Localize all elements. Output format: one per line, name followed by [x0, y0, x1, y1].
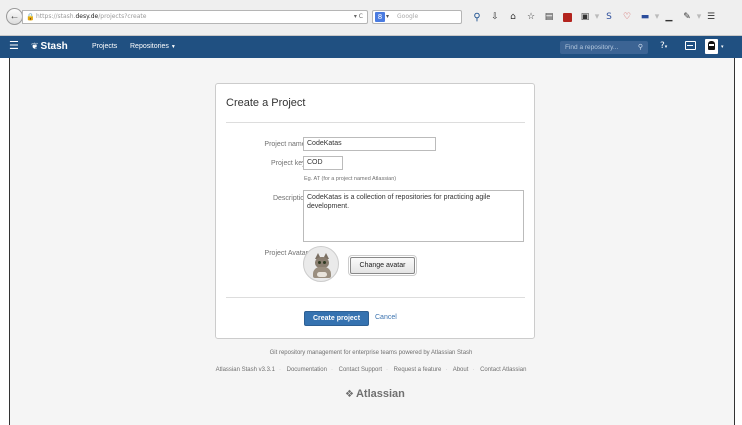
bar-chart-icon[interactable]: ▁ — [660, 11, 678, 23]
s-addon-icon[interactable]: S — [600, 11, 618, 23]
help-icon[interactable]: ?▾ — [660, 41, 667, 51]
star-icon[interactable]: ☆ — [522, 11, 540, 23]
nav-projects[interactable]: Projects — [92, 43, 117, 50]
project-key-label: Project key* — [271, 160, 308, 167]
url-bar[interactable]: 🔒 https://stash.desy.de/projects?create … — [22, 10, 368, 24]
reload-icon[interactable]: ▾ C — [354, 11, 363, 23]
atlassian-logo-icon: ❖ — [345, 388, 354, 400]
avatar-caret-icon[interactable]: ▾ — [721, 44, 724, 50]
cat-avatar-icon — [313, 252, 331, 278]
stash-logo-icon: ❦ — [31, 41, 39, 52]
stash-logo[interactable]: ❦ Stash — [31, 41, 68, 52]
lock-icon: 🔒 — [26, 13, 35, 21]
description-label: Description — [272, 195, 308, 202]
browser-toolbar-icons: ⚲ ⇩ ⌂ ☆ ▤ ▣ ▾ S ♡ ▬ ▾ ▁ ✎ ▾ ☰ — [468, 11, 720, 23]
home-icon[interactable]: ⌂ — [504, 11, 522, 23]
red-addon-icon[interactable] — [558, 11, 576, 23]
divider — [226, 297, 525, 298]
project-name-label: Project name* — [264, 141, 308, 148]
change-avatar-button[interactable]: Change avatar — [348, 255, 417, 276]
project-key-input[interactable]: COD — [303, 156, 343, 170]
footer-version: Atlassian Stash v3.3.1 — [215, 367, 275, 373]
footer-tagline: Git repository management for enterprise… — [269, 350, 473, 356]
create-project-panel: Create a Project Project name* CodeKatas… — [215, 83, 535, 339]
footer-link-documentation[interactable]: Documentation — [287, 367, 327, 373]
stash-logo-text: Stash — [40, 41, 68, 52]
download-icon[interactable]: ⇩ — [486, 11, 504, 23]
search-engine-caret-icon[interactable]: ▾ — [386, 11, 389, 23]
hamburger-icon[interactable]: ☰ — [9, 40, 19, 52]
user-avatar[interactable] — [705, 39, 718, 54]
description-textarea[interactable]: CodeKatas is a collection of repositorie… — [303, 190, 524, 242]
project-key-hint: Eg. AT (for a project named Atlassian) — [304, 176, 397, 182]
search-icon: ⚲ — [637, 44, 643, 51]
footer-link-request-feature[interactable]: Request a feature — [394, 367, 442, 373]
search-engine-icon[interactable]: 8 — [375, 12, 385, 22]
inbox-icon[interactable] — [685, 41, 696, 50]
clipboard-icon[interactable]: ▤ — [540, 11, 558, 23]
app-header: ☰ ❦ Stash Projects Repositories ▼ Find a … — [0, 36, 742, 58]
footer-link-about[interactable]: About — [453, 367, 469, 373]
project-name-input[interactable]: CodeKatas — [303, 137, 436, 151]
footer-links: Atlassian Stash v3.3.1 · Documentation · C… — [215, 367, 527, 373]
project-avatar-image — [303, 246, 339, 282]
create-project-button[interactable]: Create project — [304, 311, 369, 326]
url-prefix: https://stash. — [36, 13, 76, 20]
page-title: Create a Project — [226, 97, 306, 109]
project-avatar-label: Project Avatar — [264, 250, 308, 257]
footer-link-contact-atlassian[interactable]: Contact Atlassian — [480, 367, 526, 373]
browser-toolbar: ← 🔒 https://stash.desy.de/projects?creat… — [0, 0, 742, 36]
chevron-down-icon: ▼ — [170, 44, 176, 50]
menu-icon[interactable]: ☰ — [702, 11, 720, 23]
heart-addon-icon[interactable]: ♡ — [618, 11, 636, 23]
atlassian-logo-text: Atlassian — [355, 388, 405, 400]
url-host: desy.de — [75, 13, 99, 20]
atlassian-logo[interactable]: ❖ Atlassian — [345, 388, 405, 400]
cancel-link[interactable]: Cancel — [375, 314, 397, 321]
edit-icon[interactable]: ✎ — [678, 11, 696, 23]
nav-repositories-label: Repositories — [130, 43, 169, 50]
help-caret-icon: ▾ — [664, 44, 668, 50]
browser-search-input[interactable]: 8 ▾ Google — [372, 10, 462, 24]
browser-search-placeholder: Google — [397, 13, 419, 20]
divider — [226, 122, 525, 123]
back-button[interactable]: ← — [6, 8, 23, 25]
footer-link-contact-support[interactable]: Contact Support — [339, 367, 382, 373]
nav-repositories[interactable]: Repositories ▼ — [130, 43, 176, 50]
repository-search-input[interactable]: Find a repository... ⚲ — [560, 41, 648, 54]
repository-search-placeholder: Find a repository... — [565, 44, 619, 51]
picture-icon[interactable]: ▣ — [576, 11, 594, 23]
url-path: /projects?create — [98, 13, 147, 20]
monitor-addon-icon[interactable]: ▬ — [636, 11, 654, 23]
back-arrow-icon: ← — [9, 11, 20, 22]
magnifier-icon[interactable]: ⚲ — [468, 11, 486, 23]
